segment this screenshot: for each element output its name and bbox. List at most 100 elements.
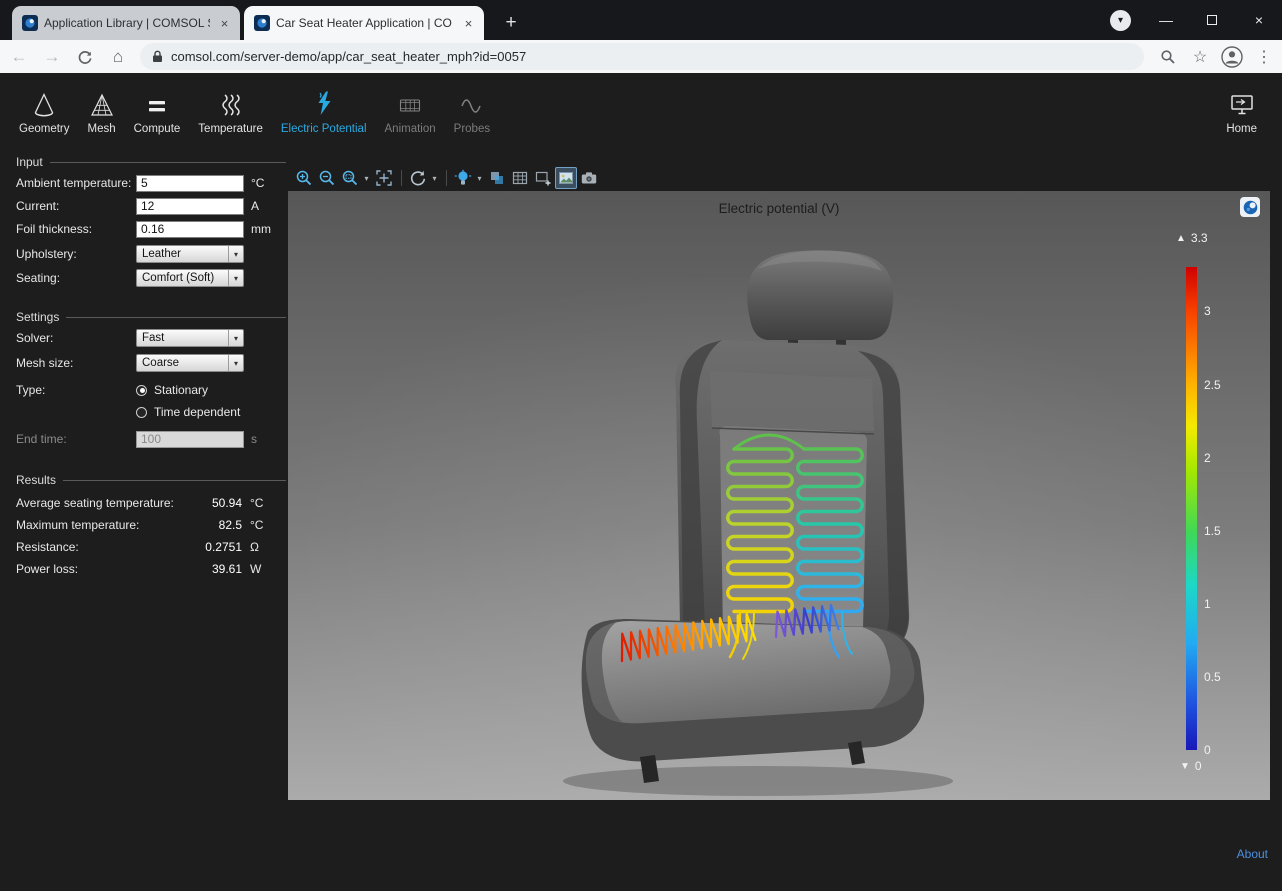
home-screen-icon	[1229, 86, 1255, 118]
maximize-icon	[1207, 15, 1217, 25]
zoom-indicator-button[interactable]	[1154, 43, 1182, 71]
legend-min-value: 0	[1195, 759, 1202, 773]
compute-equals-icon	[145, 86, 169, 118]
graphics-toolbar: ▾ ▾ ▾	[288, 165, 1270, 191]
chevron-down-icon: ▾	[228, 246, 243, 262]
zoom-out-icon	[318, 169, 336, 187]
chevron-down-icon[interactable]: ▾	[362, 174, 371, 183]
plot-canvas[interactable]: Electric potential (V)	[288, 191, 1270, 800]
end-time-unit: s	[251, 432, 257, 446]
time-dependent-radio-label[interactable]: Time dependent	[154, 405, 240, 419]
mesh-size-select[interactable]: Coarse ▾	[136, 354, 244, 372]
chevron-down-icon[interactable]: ▾	[430, 174, 439, 183]
legend-max-value: 3.3	[1191, 231, 1208, 245]
legend-tick: 3	[1204, 304, 1244, 318]
zoom-extents-button[interactable]	[373, 167, 395, 189]
current-label: Current:	[16, 199, 136, 213]
animation-filmstrip-icon	[398, 86, 422, 118]
url-text: comsol.com/server-demo/app/car_seat_heat…	[171, 49, 526, 64]
chevron-down-icon[interactable]: ▾	[475, 174, 484, 183]
tab-close-icon[interactable]: ×	[216, 15, 233, 32]
window-close-button[interactable]: ×	[1236, 0, 1282, 39]
graphics-panel: ▾ ▾ ▾ Electric potential (V)	[288, 165, 1270, 800]
result-row-maximum-temperature: Maximum temperature: 82.5 °C	[16, 514, 286, 536]
solver-select[interactable]: Fast ▾	[136, 329, 244, 347]
car-seat-3d-model	[288, 191, 1270, 800]
browser-menu-button[interactable]: ⋮	[1250, 43, 1278, 71]
tab-close-icon[interactable]: ×	[460, 15, 477, 32]
chevron-down-icon: ▾	[1118, 15, 1123, 26]
ribbon-item-electric-potential[interactable]: Electric Potential	[272, 86, 376, 135]
zoom-box-icon	[341, 169, 359, 187]
settings-section-header: Settings	[16, 310, 286, 324]
ribbon-item-home[interactable]: Home	[1217, 86, 1266, 135]
upholstery-select[interactable]: Leather ▾	[136, 245, 244, 263]
transparency-button[interactable]	[486, 167, 508, 189]
magnifier-icon	[1160, 49, 1176, 65]
section-divider	[66, 317, 286, 318]
foil-thickness-input[interactable]	[136, 221, 244, 238]
ribbon-item-compute[interactable]: Compute	[125, 86, 190, 135]
stationary-radio[interactable]	[136, 385, 147, 396]
rotate-button[interactable]	[407, 167, 429, 189]
select-window-button[interactable]	[532, 167, 554, 189]
time-dependent-radio[interactable]	[136, 407, 147, 418]
address-bar[interactable]: comsol.com/server-demo/app/car_seat_heat…	[140, 43, 1144, 70]
probes-wave-icon	[460, 86, 484, 118]
avatar-icon	[1221, 46, 1243, 68]
window-minimize-button[interactable]: —	[1143, 0, 1189, 39]
seat-floor-shadow	[563, 766, 953, 796]
zoom-box-button[interactable]	[339, 167, 361, 189]
current-input[interactable]	[136, 198, 244, 215]
ambient-temperature-input[interactable]	[136, 175, 244, 192]
seating-label: Seating:	[16, 271, 136, 285]
triangle-up-icon: ▲	[1176, 233, 1186, 244]
result-unit: °C	[250, 496, 270, 510]
camera-button[interactable]	[578, 167, 600, 189]
back-button[interactable]: ←	[5, 43, 33, 71]
camera-icon	[580, 169, 598, 187]
chevron-down-icon: ▾	[228, 355, 243, 371]
about-link[interactable]: About	[1237, 847, 1268, 861]
ribbon-item-probes: Probes	[445, 86, 499, 135]
home-button[interactable]: ⌂	[104, 43, 132, 71]
ambient-temperature-unit: °C	[251, 176, 264, 190]
seating-select[interactable]: Comfort (Soft) ▾	[136, 269, 244, 287]
scene-light-button[interactable]	[452, 167, 474, 189]
profile-avatar-button[interactable]	[1218, 43, 1246, 71]
ribbon-item-temperature[interactable]: Temperature	[189, 86, 272, 135]
select-window-icon	[534, 169, 552, 187]
window-maximize-button[interactable]	[1189, 0, 1235, 39]
legend-tick: 0.5	[1204, 670, 1244, 684]
browser-tab-application-library[interactable]: Application Library | COMSOL Se ×	[12, 6, 240, 40]
table-button[interactable]	[509, 167, 531, 189]
legend-color-bar	[1186, 267, 1197, 750]
image-snapshot-button[interactable]	[555, 167, 577, 189]
legend-tick: 2	[1204, 451, 1244, 465]
legend-tick: 1	[1204, 597, 1244, 611]
minimize-icon: —	[1159, 12, 1173, 28]
legend-min-marker: ▼ 0	[1180, 759, 1202, 773]
ribbon-item-geometry[interactable]: Geometry	[10, 86, 79, 135]
results-section-header: Results	[16, 473, 286, 487]
section-divider	[50, 162, 286, 163]
ribbon-item-mesh[interactable]: Mesh	[79, 86, 125, 135]
zoom-in-button[interactable]	[293, 167, 315, 189]
chevron-down-icon: ▾	[228, 330, 243, 346]
parameter-sidebar: Input Ambient temperature: °C Current: A…	[10, 155, 286, 580]
result-value: 82.5	[180, 518, 242, 532]
new-tab-button[interactable]: +	[498, 10, 524, 36]
transparency-icon	[488, 169, 506, 187]
tab-search-button[interactable]: ▾	[1110, 10, 1131, 31]
foil-thickness-unit: mm	[251, 222, 271, 236]
legend-tick: 2.5	[1204, 378, 1244, 392]
forward-button[interactable]: →	[38, 43, 66, 71]
result-value: 50.94	[180, 496, 242, 510]
browser-navbar: ← → ⌂ comsol.com/server-demo/app/car_sea…	[0, 40, 1282, 73]
stationary-radio-label[interactable]: Stationary	[154, 383, 208, 397]
zoom-out-button[interactable]	[316, 167, 338, 189]
browser-titlebar: Application Library | COMSOL Se × Car Se…	[0, 0, 1282, 40]
bookmark-star-button[interactable]: ☆	[1186, 43, 1214, 71]
reload-button[interactable]	[71, 43, 99, 71]
browser-tab-car-seat-heater[interactable]: Car Seat Heater Application | CO ×	[244, 6, 484, 40]
